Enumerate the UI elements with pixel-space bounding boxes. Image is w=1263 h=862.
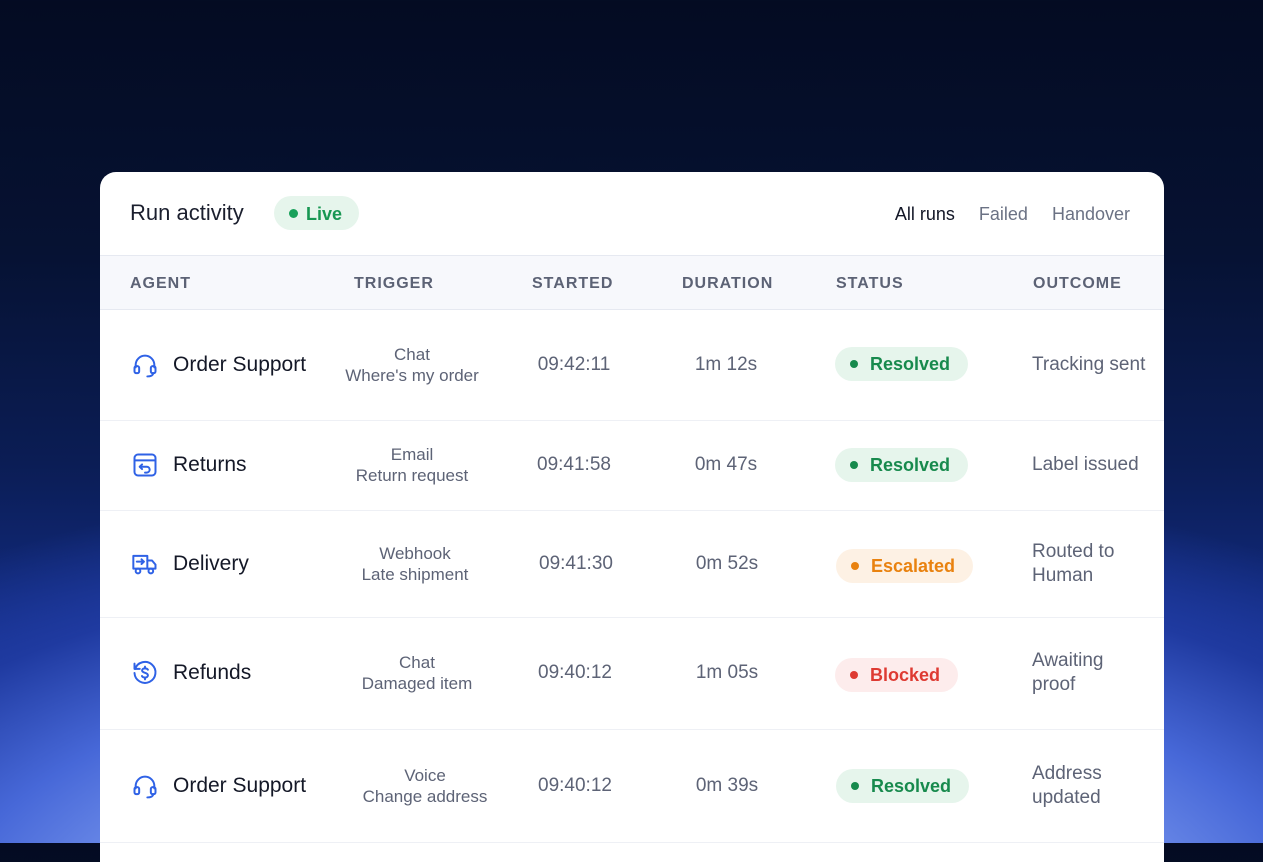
started-time: 09:41:30 [539,552,613,574]
status-label: Escalated [871,555,956,576]
live-badge: Live [274,196,359,230]
headset-icon [130,350,160,380]
status-label: Blocked [870,664,941,685]
headset-icon [130,771,160,801]
agent-name: Refunds [173,661,252,684]
table-row[interactable]: Refunds Chat Damaged item 09:40:12 1m 05… [100,617,1164,730]
column-header-started[interactable]: STARTED [532,275,613,293]
column-header-trigger[interactable]: TRIGGER [354,275,434,293]
started-time: 09:41:58 [537,454,611,475]
status-badge: Resolved [835,347,969,381]
agent-cell: Returns [130,420,247,510]
agent-name: Order Support [173,352,307,376]
started-time: 09:42:11 [537,353,611,375]
column-header-duration[interactable]: DURATION [682,275,773,293]
trigger-type: Voice [404,765,446,785]
trigger-detail: Return request [355,466,469,485]
outcome-text: Awaiting proof [1032,650,1104,695]
status-dot-icon [851,562,859,570]
duration-value: 1m 12s [694,353,758,375]
refund-dollar-icon [130,658,160,688]
outcome-text: Label issued [1032,454,1139,475]
status-dot-icon [851,782,859,790]
return-box-icon [130,450,160,480]
started-time: 09:40:12 [538,662,612,683]
status-label: Resolved [870,454,951,475]
agent-name: Order Support [173,773,307,797]
trigger-detail: Late shipment [361,564,469,584]
status-label: Resolved [870,353,951,374]
delivery-truck-icon [130,549,160,579]
trigger-type: Chat [394,344,430,364]
filter-tabs: All runs Failed Handover [895,204,1130,225]
live-dot-icon [289,209,298,218]
started-time: 09:40:12 [538,774,612,796]
trigger-detail: Where's my order [345,365,479,385]
status-dot-icon [850,671,858,679]
status-badge: Blocked [835,658,959,692]
table-row[interactable]: Order Support Chat Where's my order 09:4… [100,309,1164,421]
table-header: AGENT TRIGGER STARTED DURATION STATUS OU… [100,255,1164,310]
run-activity-card: Run activity Live All runs Failed Handov… [100,172,1164,862]
trigger-type: Chat [399,653,435,672]
trigger-detail: Change address [362,786,488,806]
duration-value: 0m 39s [695,774,759,796]
tab-handover[interactable]: Handover [1052,204,1130,225]
live-label: Live [306,204,343,224]
table-row[interactable]: Delivery Webhook Late shipment 09:41:30 … [100,510,1164,618]
status-badge: Escalated [836,549,974,583]
outcome-text: Routed to Human [1032,540,1115,586]
agent-name: Returns [173,453,247,476]
trigger-type: Email [390,445,434,464]
table-row[interactable]: Returns Email Return request 09:41:58 0m… [100,420,1164,511]
table-row[interactable]: Order Support Voice Change address 09:40… [100,729,1164,843]
agent-name: Delivery [173,551,249,575]
trigger-cell: Chat Damaged item [337,617,497,729]
column-header-outcome[interactable]: OUTCOME [1033,275,1122,293]
trigger-cell: Webhook Late shipment [335,510,495,617]
duration-value: 1m 05s [695,662,759,683]
duration-value: 0m 52s [695,552,759,574]
outcome-text: Tracking sent [1032,353,1146,375]
status-dot-icon [850,360,858,368]
column-header-status[interactable]: STATUS [836,275,904,293]
trigger-cell: Email Return request [332,420,492,510]
tab-all-runs[interactable]: All runs [895,204,955,225]
trigger-detail: Damaged item [361,674,473,693]
agent-cell: Refunds [130,617,251,729]
trigger-cell: Chat Where's my order [332,309,492,420]
agent-cell: Delivery [130,510,249,617]
page-title: Run activity [130,200,244,225]
status-dot-icon [850,461,858,469]
card-header: Run activity Live All runs Failed Handov… [100,172,1164,255]
column-header-agent[interactable]: AGENT [130,275,191,293]
outcome-text: Address updated [1032,762,1102,808]
agent-cell: Order Support [130,729,306,842]
trigger-cell: Voice Change address [345,729,505,842]
agent-cell: Order Support [130,309,306,420]
tab-failed[interactable]: Failed [979,204,1028,225]
status-badge: Resolved [835,448,969,482]
trigger-type: Webhook [379,543,451,563]
status-badge: Resolved [836,769,970,803]
duration-value: 0m 47s [694,454,758,475]
status-label: Resolved [871,775,952,796]
